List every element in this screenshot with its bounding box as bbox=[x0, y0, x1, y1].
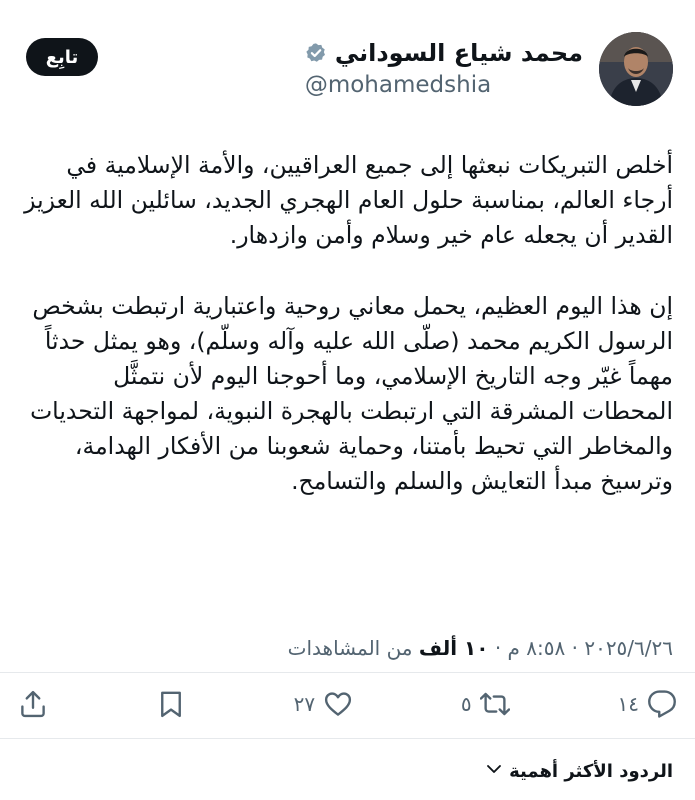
meta-separator: · bbox=[494, 636, 502, 660]
display-name[interactable]: محمد شياع السوداني bbox=[335, 38, 583, 68]
tweet-paragraph-2: إن هذا اليوم العظيم، يحمل معاني روحية وا… bbox=[30, 292, 673, 495]
share-button[interactable] bbox=[18, 689, 48, 719]
divider bbox=[0, 738, 695, 739]
like-icon bbox=[323, 689, 353, 719]
tweet-meta: ٢٠٢٥/٦/٢٦ · ٨:٥٨ م · ١٠ ألف من المشاهدات bbox=[22, 632, 673, 664]
follow-button[interactable]: تابِع bbox=[26, 38, 98, 76]
like-count: ٢٧ bbox=[293, 692, 316, 716]
retweet-button[interactable]: ٥ bbox=[461, 689, 510, 719]
retweet-icon bbox=[479, 689, 510, 719]
views-label: من المشاهدات bbox=[287, 636, 413, 660]
meta-separator: · bbox=[571, 636, 578, 660]
tweet-page: محمد شياع السوداني @mohamedshia تابِع أخ… bbox=[0, 0, 695, 800]
replies-sort-dropdown[interactable]: الردود الأكثر أهمية bbox=[485, 760, 673, 783]
tweet-time[interactable]: ٨:٥٨ م bbox=[508, 636, 566, 660]
divider bbox=[0, 672, 695, 673]
tweet-date[interactable]: ٢٠٢٥/٦/٢٦ bbox=[584, 636, 673, 660]
bookmark-button[interactable] bbox=[156, 689, 186, 719]
verified-badge-icon bbox=[305, 42, 327, 64]
replies-sort-label: الردود الأكثر أهمية bbox=[509, 761, 673, 782]
reply-count: ١٤ bbox=[617, 692, 639, 716]
author-handle[interactable]: @mohamedshia bbox=[305, 72, 583, 98]
tweet-paragraph-1: أخلص التبريكات نبعثها إلى جميع العراقيين… bbox=[24, 151, 673, 249]
action-bar: ١٤ ٥ ٢٧ bbox=[18, 682, 677, 726]
author-info: محمد شياع السوداني @mohamedshia bbox=[305, 38, 583, 98]
display-name-row: محمد شياع السوداني bbox=[305, 38, 583, 68]
avatar[interactable] bbox=[599, 32, 673, 106]
retweet-count: ٥ bbox=[460, 692, 472, 716]
like-button[interactable]: ٢٧ bbox=[294, 689, 353, 719]
share-icon bbox=[18, 689, 48, 719]
tweet-header: محمد شياع السوداني @mohamedshia تابِع bbox=[22, 22, 673, 114]
tweet-text: أخلص التبريكات نبعثها إلى جميع العراقيين… bbox=[22, 148, 673, 535]
bookmark-icon bbox=[156, 689, 186, 719]
chevron-down-icon bbox=[485, 760, 503, 783]
views-count[interactable]: ١٠ ألف bbox=[419, 636, 489, 660]
reply-icon bbox=[647, 689, 677, 719]
reply-button[interactable]: ١٤ bbox=[617, 689, 676, 719]
avatar-image bbox=[599, 32, 673, 106]
